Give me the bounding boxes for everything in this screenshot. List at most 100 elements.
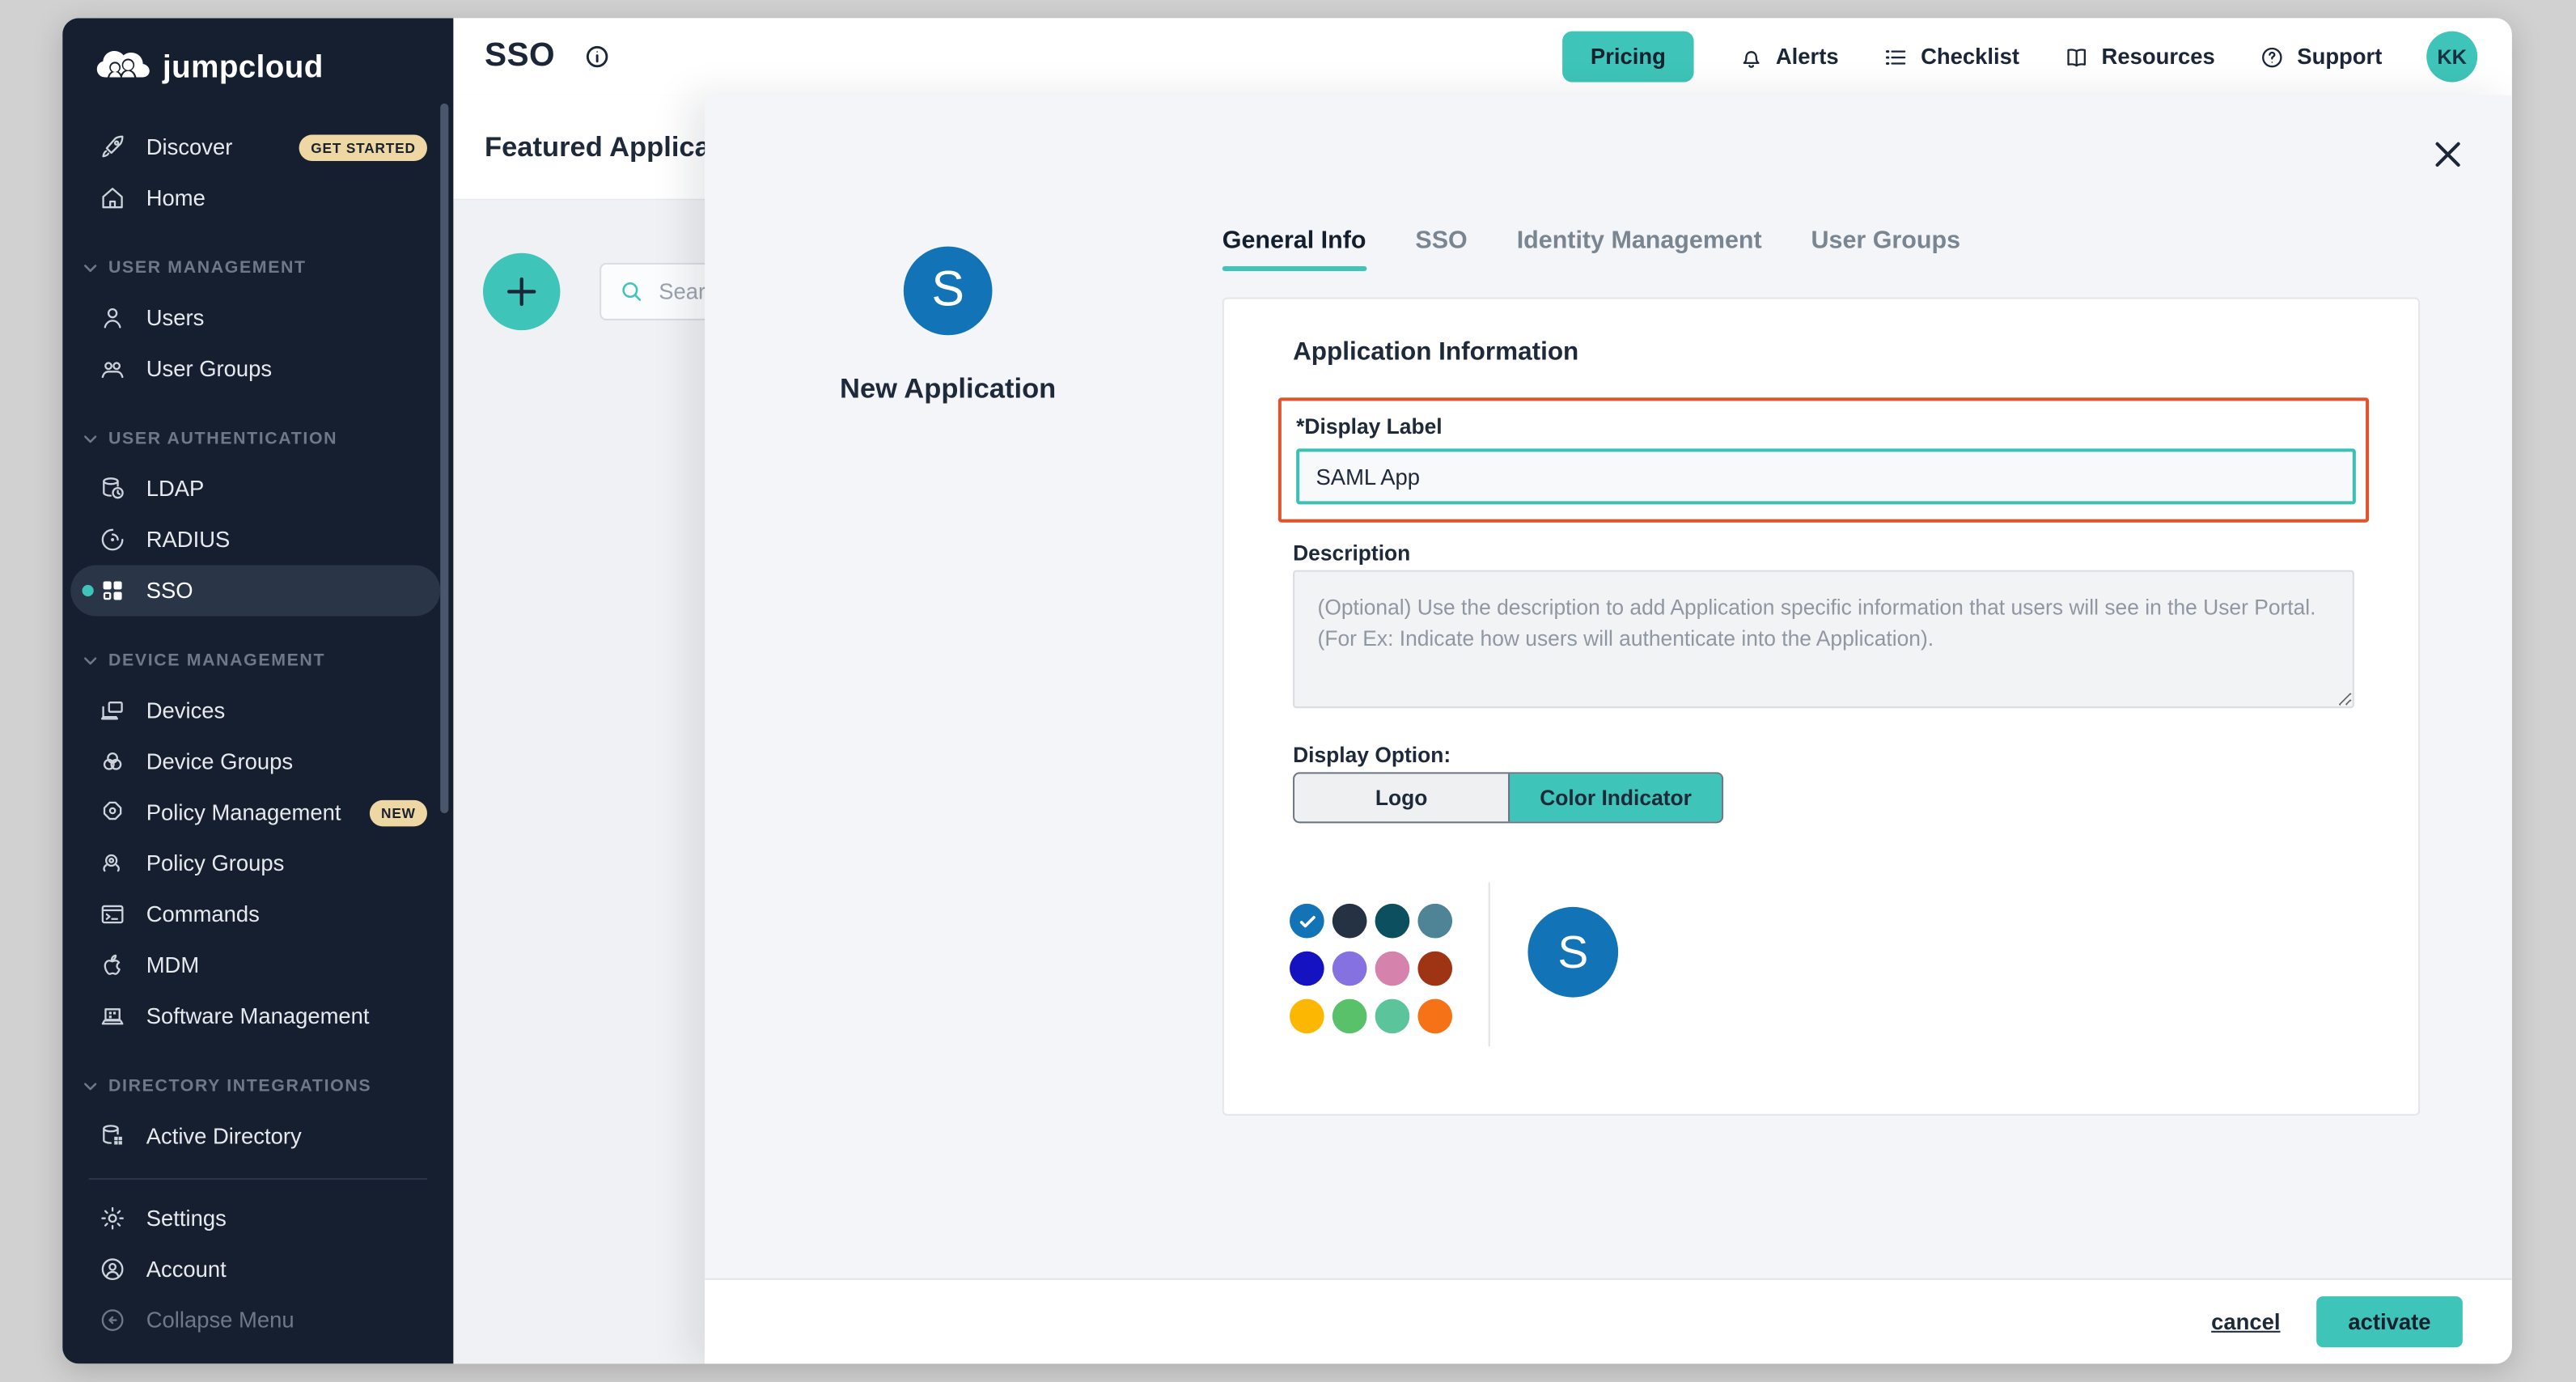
sidebar-item-label: Active Directory — [146, 1124, 302, 1148]
sidebar-divider — [89, 1178, 427, 1180]
question-circle-icon — [2260, 44, 2286, 70]
add-application-button[interactable] — [483, 253, 560, 330]
color-swatch[interactable] — [1332, 904, 1367, 939]
color-palette — [1290, 904, 1452, 1033]
color-swatch[interactable] — [1417, 904, 1452, 939]
logo-option-button[interactable]: Logo — [1294, 774, 1508, 821]
pricing-button[interactable]: Pricing — [1562, 32, 1693, 83]
sidebar-item-sso[interactable]: SSO — [70, 566, 440, 617]
sso-grid-icon — [97, 576, 127, 606]
sidebar-item-label: Discover — [146, 135, 233, 159]
active-indicator-dot — [83, 585, 94, 596]
color-swatch-selected[interactable] — [1290, 904, 1324, 939]
sidebar-item-label: Commands — [146, 902, 260, 926]
sidebar-item-label: Collapse Menu — [146, 1308, 294, 1332]
color-swatch[interactable] — [1375, 999, 1410, 1034]
color-indicator-option-button[interactable]: Color Indicator — [1508, 774, 1722, 821]
sidebar-item-active-directory[interactable]: Active Directory — [70, 1111, 440, 1162]
display-label-label: *Display Label — [1296, 414, 1442, 439]
jumpcloud-cloud-icon — [95, 45, 151, 92]
sidebar-item-user-groups[interactable]: User Groups — [70, 343, 440, 394]
sidebar-item-label: MDM — [146, 953, 199, 977]
color-swatch[interactable] — [1417, 952, 1452, 986]
get-started-badge: GET STARTED — [299, 134, 427, 159]
section-directory-integrations[interactable]: DIRECTORY INTEGRATIONS — [62, 1062, 453, 1111]
section-user-authentication[interactable]: USER AUTHENTICATION — [62, 414, 453, 464]
sidebar-item-policy-management[interactable]: Policy Management NEW — [70, 787, 440, 838]
sidebar-item-label: Devices — [146, 698, 226, 723]
sidebar-item-users[interactable]: Users — [70, 292, 440, 343]
checklist-icon — [1883, 44, 1909, 70]
tab-user-groups[interactable]: User Groups — [1811, 227, 1960, 271]
sidebar-item-account[interactable]: Account — [70, 1244, 440, 1295]
color-swatch[interactable] — [1375, 952, 1410, 986]
color-swatch[interactable] — [1290, 999, 1324, 1034]
sidebar-item-radius[interactable]: RADIUS — [70, 515, 440, 566]
app-window: jumpcloud Discover GET STARTED Home — [62, 18, 2512, 1363]
sidebar-item-home[interactable]: Home — [70, 172, 440, 223]
sidebar-item-devices[interactable]: Devices — [70, 685, 440, 736]
alerts-link[interactable]: Alerts — [1738, 44, 1838, 70]
checklist-link[interactable]: Checklist — [1883, 44, 2019, 70]
sidebar-item-label: Home — [146, 185, 205, 210]
sidebar-item-label: Users — [146, 306, 205, 330]
sidebar-item-label: Software Management — [146, 1004, 370, 1028]
brand-name: jumpcloud — [163, 50, 324, 87]
sidebar-item-label: Account — [146, 1257, 227, 1281]
description-label: Description — [1293, 541, 1410, 565]
tab-identity-management[interactable]: Identity Management — [1517, 227, 1762, 271]
sidebar-item-commands[interactable]: Commands — [70, 889, 440, 940]
sidebar-item-label: Policy Management — [146, 800, 341, 825]
description-textarea[interactable] — [1293, 570, 2354, 709]
color-swatch[interactable] — [1417, 999, 1452, 1034]
plus-icon — [502, 273, 540, 311]
sidebar-item-label: Settings — [146, 1206, 227, 1230]
sidebar-item-label: User Groups — [146, 357, 272, 381]
sidebar-item-settings[interactable]: Settings — [70, 1193, 440, 1244]
jumpcloud-logo[interactable]: jumpcloud — [62, 18, 453, 108]
policy-management-icon — [97, 798, 127, 828]
sidebar-item-collapse-menu[interactable]: Collapse Menu — [70, 1295, 440, 1346]
resources-link[interactable]: Resources — [2064, 44, 2215, 70]
application-information-card: Application Information *Display Label D… — [1222, 298, 2420, 1116]
sidebar-item-ldap[interactable]: LDAP — [70, 464, 440, 515]
close-icon[interactable] — [2430, 137, 2466, 173]
sidebar-item-label: SSO — [146, 579, 193, 603]
sidebar-item-discover[interactable]: Discover GET STARTED — [70, 121, 440, 172]
checklist-label: Checklist — [1921, 45, 2019, 69]
color-swatch[interactable] — [1290, 952, 1324, 986]
modal-tabs: General Info SSO Identity Management Use… — [1222, 227, 1960, 271]
display-label-input[interactable] — [1296, 448, 2356, 504]
section-title: USER MANAGEMENT — [108, 258, 307, 278]
support-link[interactable]: Support — [2260, 44, 2383, 70]
user-icon — [97, 303, 127, 333]
laptop-apps-icon — [97, 1002, 127, 1032]
resources-label: Resources — [2102, 45, 2215, 69]
activate-button[interactable]: activate — [2316, 1296, 2463, 1347]
color-preview-circle: S — [1527, 907, 1618, 998]
cancel-link[interactable]: cancel — [2211, 1309, 2280, 1333]
sidebar-item-label: LDAP — [146, 477, 205, 501]
display-option-label: Display Option: — [1293, 743, 1451, 767]
section-device-management[interactable]: DEVICE MANAGEMENT — [62, 636, 453, 685]
sidebar-item-software-management[interactable]: Software Management — [70, 990, 440, 1041]
section-title: DEVICE MANAGEMENT — [108, 651, 325, 670]
info-icon[interactable] — [583, 43, 612, 71]
sidebar-nav: Discover GET STARTED Home USER MANAGEMEN… — [62, 108, 453, 1346]
sidebar-item-policy-groups[interactable]: Policy Groups — [70, 838, 440, 889]
display-option-toggle: Logo Color Indicator — [1293, 772, 1723, 823]
active-directory-icon — [97, 1121, 127, 1151]
check-icon — [1297, 911, 1316, 931]
color-swatch[interactable] — [1375, 904, 1410, 939]
sidebar-item-device-groups[interactable]: Device Groups — [70, 736, 440, 787]
sidebar-scrollbar[interactable] — [440, 104, 448, 813]
tab-general-info[interactable]: General Info — [1222, 227, 1366, 271]
avatar[interactable]: KK — [2426, 32, 2477, 83]
apple-icon — [97, 951, 127, 981]
section-user-management[interactable]: USER MANAGEMENT — [62, 244, 453, 293]
tab-sso[interactable]: SSO — [1415, 227, 1467, 271]
sidebar-item-mdm[interactable]: MDM — [70, 940, 440, 991]
color-swatch[interactable] — [1332, 952, 1367, 986]
user-group-icon — [97, 354, 127, 384]
color-swatch[interactable] — [1332, 999, 1367, 1034]
